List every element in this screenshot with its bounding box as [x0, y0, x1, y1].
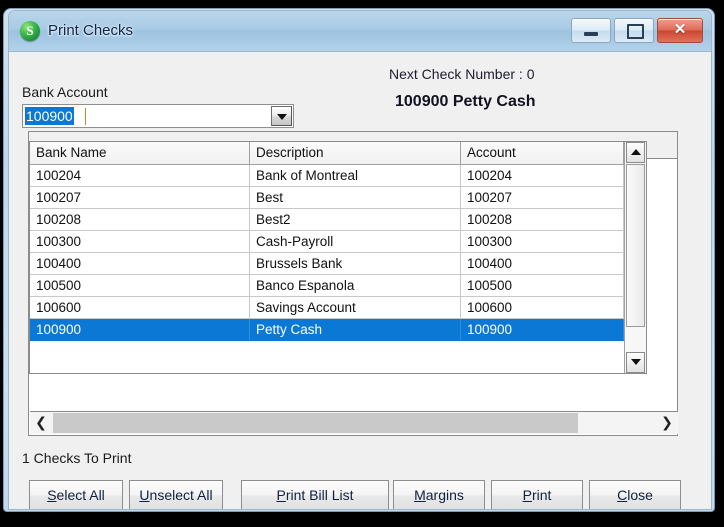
grid-empty-space: [30, 341, 646, 373]
minimize-button[interactable]: [571, 18, 611, 43]
horizontal-scroll-thumb[interactable]: [53, 413, 578, 433]
cell-bank-name: 100400: [30, 253, 250, 274]
cell-bank-name: 100300: [30, 231, 250, 252]
table-row[interactable]: 100600 Savings Account 100600: [30, 297, 646, 319]
bank-account-value: 100900: [25, 107, 74, 125]
table-row-selected[interactable]: 100900 Petty Cash 100900: [30, 319, 646, 341]
table-row[interactable]: 100500 Banco Espanola 100500: [30, 275, 646, 297]
vertical-scroll-thumb[interactable]: [626, 164, 645, 327]
cell-account: 100207: [461, 187, 624, 208]
unselect-all-button[interactable]: Unselect All: [129, 480, 223, 509]
bank-account-label: Bank Account: [22, 84, 108, 100]
grid-body: 100204 Bank of Montreal 100204 100207 Be…: [30, 165, 646, 373]
print-checks-window: S Print Checks ✕ Bank Account 100900 Nex…: [8, 10, 712, 510]
triangle-down-icon: [631, 359, 641, 365]
scroll-right-icon[interactable]: ❯: [656, 412, 678, 434]
bank-account-combobox[interactable]: 100900: [22, 104, 294, 128]
table-row[interactable]: 100300 Cash-Payroll 100300: [30, 231, 646, 253]
table-row[interactable]: 100400 Brussels Bank 100400: [30, 253, 646, 275]
cell-account: 100400: [461, 253, 624, 274]
grid-horizontal-scrollbar[interactable]: ❮ ❯: [30, 411, 678, 434]
sage-s-icon: S: [20, 21, 40, 41]
cell-bank-name: 100900: [30, 319, 250, 340]
table-row[interactable]: 100204 Bank of Montreal 100204: [30, 165, 646, 187]
selected-account-title: 100900 Petty Cash: [395, 93, 536, 110]
cell-description: Savings Account: [250, 297, 461, 318]
window-body: Bank Account 100900 Next Check Number : …: [9, 52, 711, 509]
cell-description: Brussels Bank: [250, 253, 461, 274]
grid-vertical-scrollbar[interactable]: [624, 142, 646, 373]
grid-header-row: Bank Name Description Account: [30, 142, 646, 165]
column-header-account[interactable]: Account: [461, 142, 624, 164]
screen: S Print Checks ✕ Bank Account 100900 Nex…: [0, 0, 724, 527]
table-row[interactable]: 100207 Best 100207: [30, 187, 646, 209]
minimize-icon: [584, 32, 598, 36]
scroll-left-icon[interactable]: ❮: [30, 412, 52, 434]
bank-accounts-grid[interactable]: Bank Name Description Account 100204 Ban…: [29, 141, 647, 374]
cell-account: 100204: [461, 165, 624, 186]
close-button[interactable]: Close: [589, 480, 681, 509]
title-bar: S Print Checks ✕: [9, 11, 711, 52]
cell-description: Banco Espanola: [250, 275, 461, 296]
scroll-down-button[interactable]: [626, 352, 645, 373]
select-all-button[interactable]: Select All: [29, 480, 123, 509]
cell-account: 100500: [461, 275, 624, 296]
cell-bank-name: 100208: [30, 209, 250, 230]
cell-description: Cash-Payroll: [250, 231, 461, 252]
checks-to-print-status: 1 Checks To Print: [22, 450, 132, 466]
table-row[interactable]: 100208 Best2 100208: [30, 209, 646, 231]
maximize-button[interactable]: [614, 18, 654, 43]
cell-account: 100208: [461, 209, 624, 230]
cell-description: Bank of Montreal: [250, 165, 461, 186]
column-header-description[interactable]: Description: [250, 142, 461, 164]
close-icon: ✕: [673, 21, 687, 38]
column-header-bank-name[interactable]: Bank Name: [30, 142, 250, 164]
cell-account: 100600: [461, 297, 624, 318]
close-window-button[interactable]: ✕: [657, 18, 703, 43]
window-title: Print Checks: [48, 22, 134, 39]
cell-bank-name: 100204: [30, 165, 250, 186]
scroll-up-button[interactable]: [626, 142, 645, 163]
cell-bank-name: 100600: [30, 297, 250, 318]
cell-bank-name: 100207: [30, 187, 250, 208]
cell-bank-name: 100500: [30, 275, 250, 296]
cell-description: Best2: [250, 209, 461, 230]
maximize-icon: [627, 24, 644, 39]
window-controls: ✕: [571, 18, 703, 43]
triangle-up-icon: [631, 149, 641, 155]
print-bill-list-button[interactable]: Print Bill List: [241, 480, 389, 509]
cell-description: Petty Cash: [250, 319, 461, 340]
cell-account: 100900: [461, 319, 624, 340]
next-check-number-label: Next Check Number : 0: [389, 66, 535, 82]
margins-button[interactable]: Margins: [393, 480, 485, 509]
chevron-down-icon[interactable]: [271, 106, 292, 126]
cell-description: Best: [250, 187, 461, 208]
print-button[interactable]: Print: [491, 480, 583, 509]
text-caret: [85, 108, 86, 125]
cell-account: 100300: [461, 231, 624, 252]
